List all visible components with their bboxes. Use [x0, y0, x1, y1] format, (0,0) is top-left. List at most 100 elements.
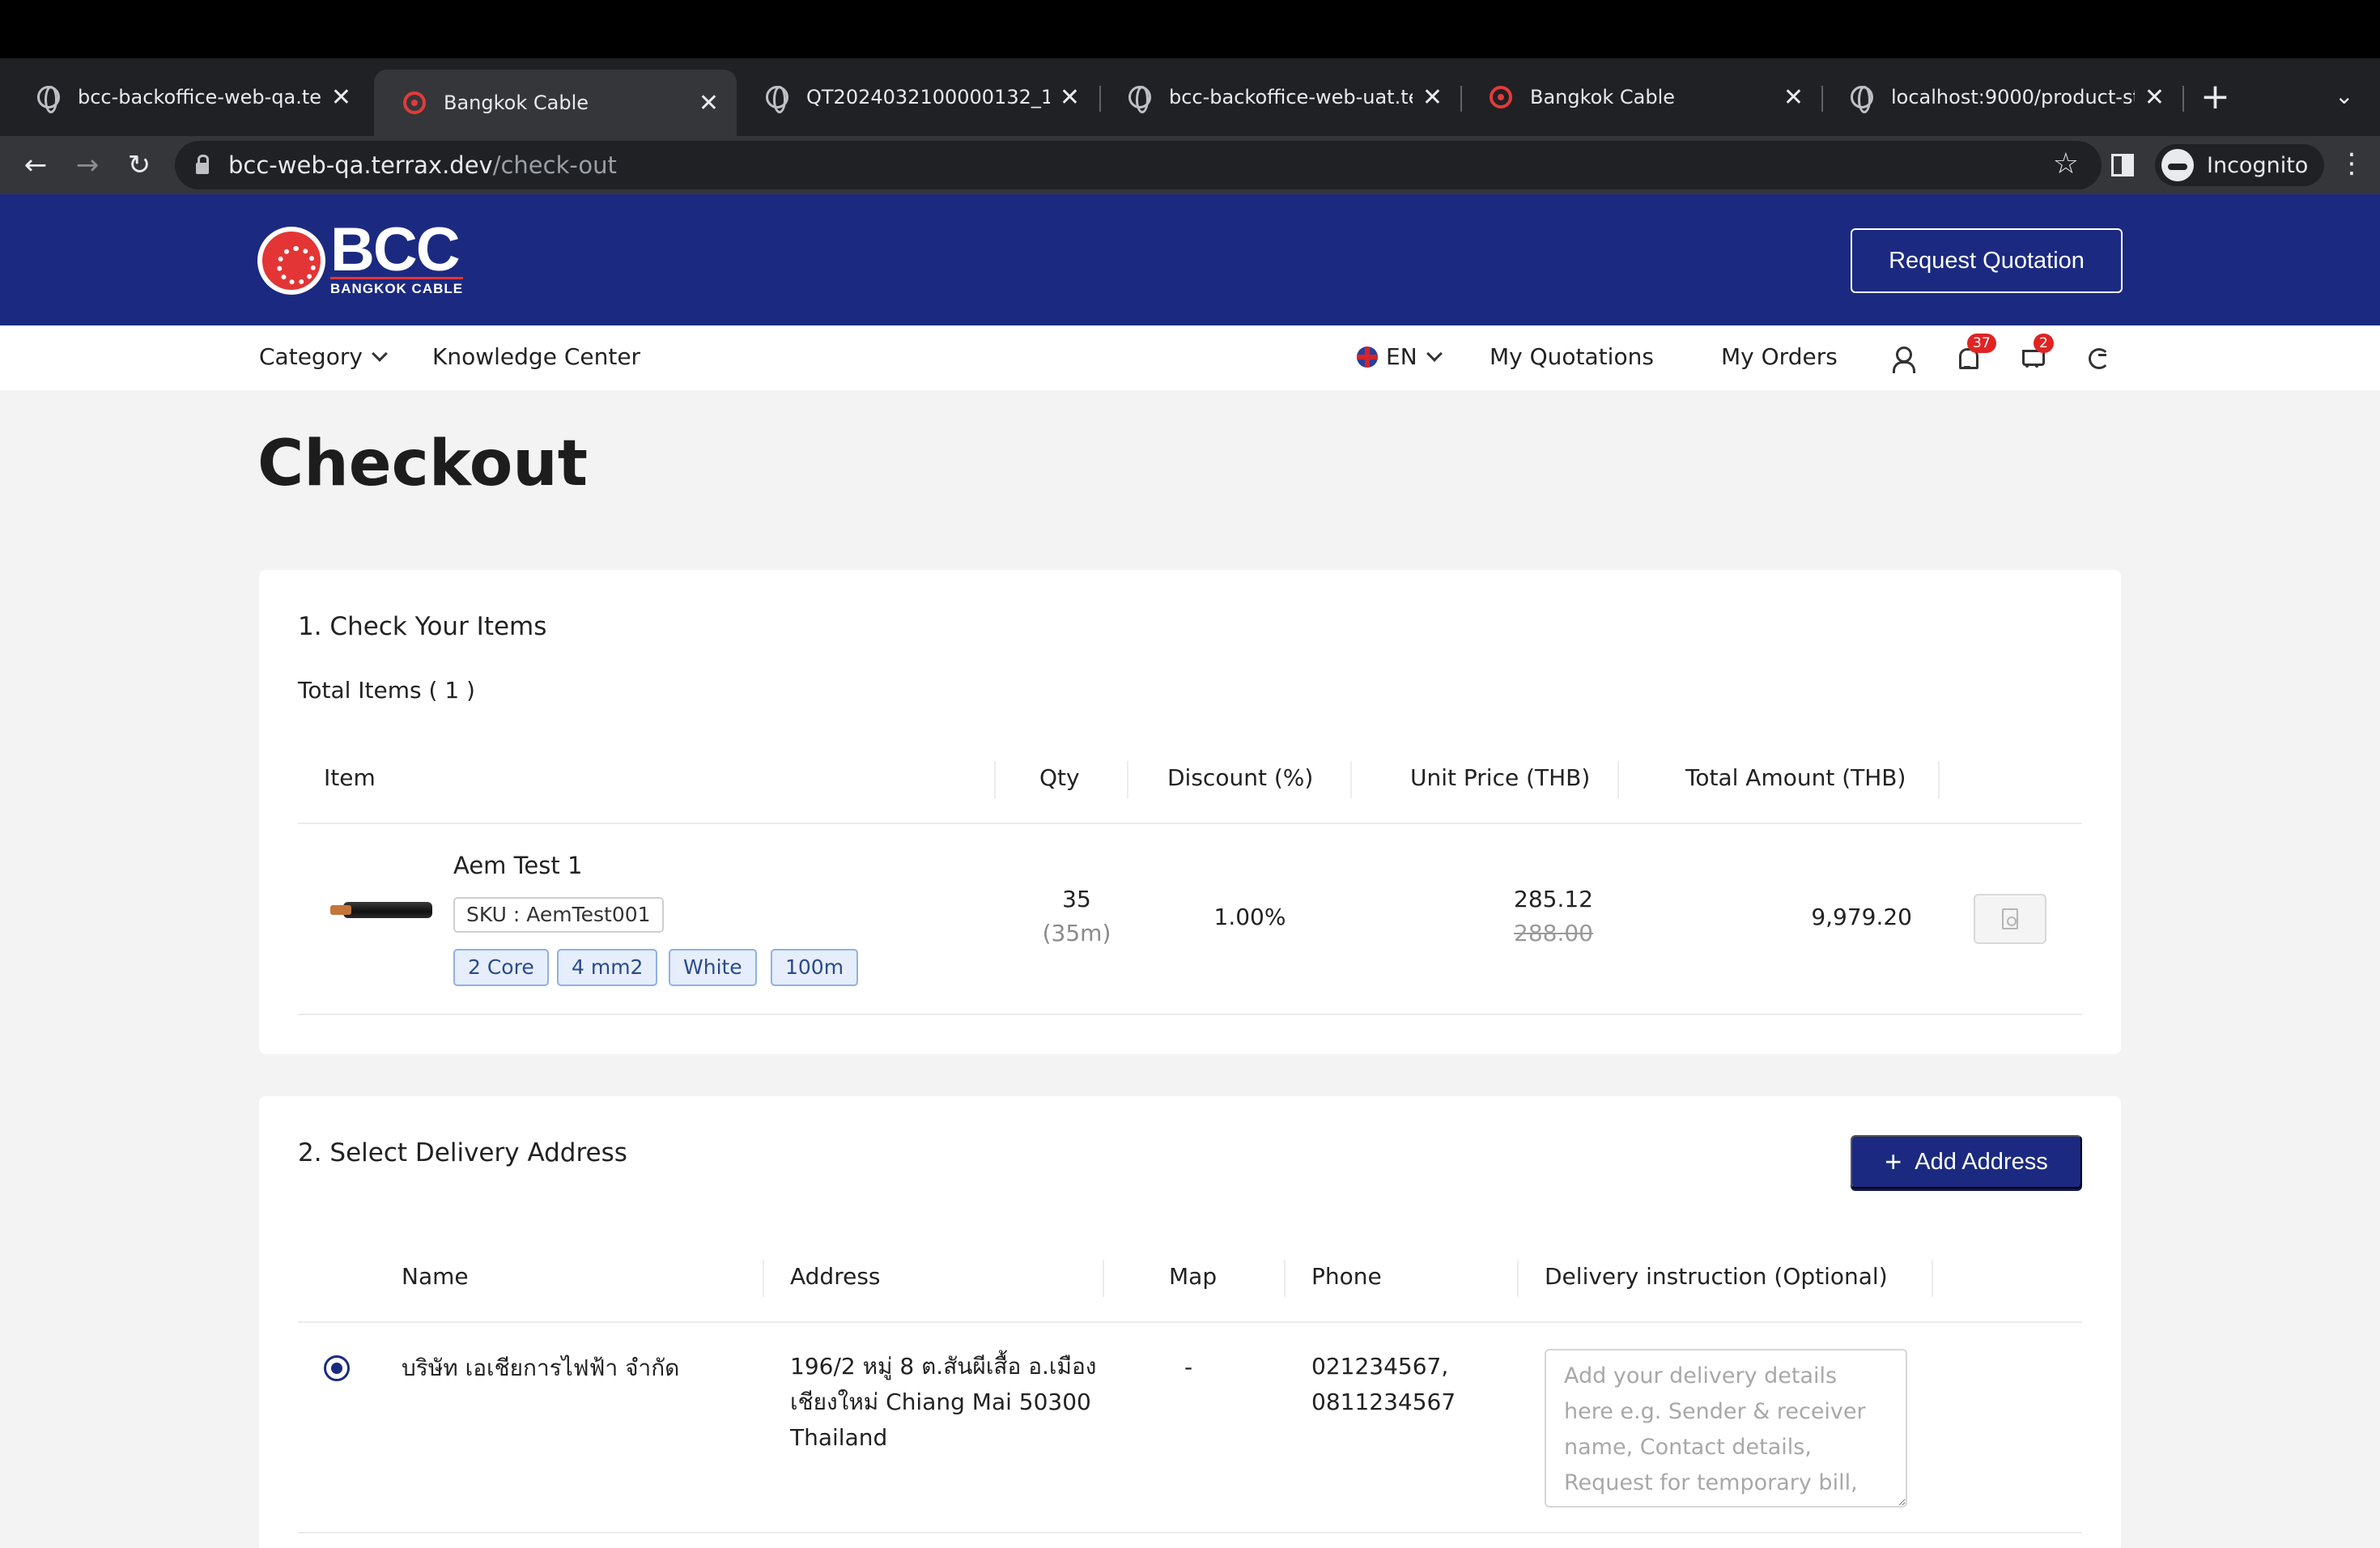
row-divider: [298, 1532, 2082, 1533]
column-divider: [1284, 1260, 1286, 1297]
cart-icon[interactable]: 2: [2017, 334, 2054, 372]
incognito-icon: [2161, 149, 2194, 181]
column-divider: [1127, 761, 1128, 798]
bell-icon[interactable]: 37: [1953, 334, 1996, 372]
side-panel-icon[interactable]: [2111, 154, 2134, 176]
category-label: Category: [259, 343, 363, 370]
url-host: bcc-web-qa.terrax.dev: [228, 151, 493, 179]
refresh-icon[interactable]: [2084, 343, 2113, 372]
browser-tab-4[interactable]: bcc-backoffice-web-uat.terrax ✕: [1099, 71, 1460, 123]
chevron-down-icon: [1426, 346, 1443, 362]
url-path: /check-out: [492, 151, 617, 179]
forward-arrow-icon[interactable]: →: [65, 142, 110, 188]
column-header-discount: Discount (%): [1167, 764, 1314, 791]
close-icon[interactable]: ✕: [1783, 83, 1804, 112]
item-name[interactable]: Aem Test 1: [453, 852, 582, 879]
address-bar[interactable]: bcc-web-qa.terrax.dev/check-out ☆: [175, 141, 2102, 189]
bcc-logo[interactable]: BCC BANGKOK CABLE: [257, 215, 464, 297]
user-icon[interactable]: [1888, 343, 1917, 373]
column-header-map: Map: [1169, 1263, 1218, 1290]
tab-search-chevron-icon[interactable]: ⌄: [2335, 83, 2353, 109]
delivery-address-card: 2. Select Delivery Address + Add Address …: [259, 1096, 2121, 1548]
tab-title: QT2024032100000132_1711: [806, 86, 1050, 108]
item-qty: 35: [1062, 886, 1091, 912]
bookmark-star-icon[interactable]: ☆: [2053, 147, 2079, 181]
browser-menu-icon[interactable]: ⋮: [2338, 147, 2365, 180]
my-orders-link[interactable]: My Orders: [1721, 343, 1838, 370]
item-original-price: 288.00: [1514, 920, 1593, 946]
globe-icon: [1128, 86, 1151, 113]
browser-tab-3[interactable]: QT2024032100000132_1711 ✕: [737, 71, 1098, 123]
column-header-unit-price: Unit Price (THB): [1410, 764, 1591, 791]
globe-icon: [37, 86, 60, 113]
section-title-items: 1. Check Your Items: [298, 612, 547, 641]
row-divider: [298, 1014, 2082, 1015]
attribute-tag: White: [669, 949, 757, 986]
section-title-delivery: 2. Select Delivery Address: [298, 1138, 627, 1167]
column-header-total-amount: Total Amount (THB): [1685, 764, 1906, 791]
browser-tab-1[interactable]: bcc-backoffice-web-qa.terrax ✕: [8, 71, 369, 123]
logo-text: BCC: [330, 215, 461, 284]
language-selector[interactable]: EN: [1357, 343, 1443, 370]
new-tab-button[interactable]: +: [2200, 78, 2230, 117]
chevron-down-icon: [372, 346, 388, 362]
column-divider: [1938, 761, 1940, 798]
product-thumbnail[interactable]: [330, 899, 432, 921]
tab-title: localhost:9000/product-store: [1891, 86, 2135, 108]
plus-icon: +: [1885, 1145, 1902, 1178]
add-address-button[interactable]: + Add Address: [1851, 1135, 2082, 1189]
column-header-qty: Qty: [1039, 764, 1080, 791]
total-items-label: Total Items ( 1 ): [298, 677, 475, 704]
address-text: 196/2 หมู่ 8 ต.สันผีเสื้อ อ.เมือง เชียงใ…: [790, 1353, 1097, 1451]
site-header: BCC BANGKOK CABLE Request Quotation: [0, 194, 2380, 325]
tab-separator: [2182, 86, 2184, 112]
incognito-indicator[interactable]: Incognito: [2155, 144, 2325, 186]
logo-words: BCC BANGKOK CABLE: [330, 215, 464, 297]
uk-flag-icon: [1357, 347, 1378, 368]
close-icon[interactable]: ✕: [2144, 83, 2165, 112]
item-discount: 1.00%: [1213, 904, 1286, 930]
close-icon[interactable]: ✕: [1422, 83, 1443, 112]
browser-tab-2-active[interactable]: Bangkok Cable ✕: [374, 70, 737, 136]
globe-icon: [766, 86, 788, 113]
my-quotations-link[interactable]: My Quotations: [1490, 343, 1654, 370]
browser-tab-6[interactable]: localhost:9000/product-store ✕: [1821, 71, 2182, 123]
item-qty-length: (35m): [1042, 920, 1111, 946]
bcc-favicon-icon: [1490, 86, 1512, 108]
address-map: -: [1184, 1354, 1193, 1380]
column-divider: [1617, 761, 1619, 798]
category-menu[interactable]: Category: [259, 343, 388, 370]
globe-icon: [1851, 86, 1873, 113]
browser-toolbar: ← → ↻ bcc-web-qa.terrax.dev/check-out ☆ …: [0, 136, 2380, 194]
close-icon[interactable]: ✕: [331, 83, 351, 112]
cable-image: [343, 902, 432, 918]
item-total-amount: 9,979.20: [1811, 904, 1912, 930]
header-divider: [298, 1321, 2082, 1323]
column-divider: [1350, 761, 1352, 798]
attribute-tag: 4 mm2: [557, 949, 658, 986]
back-arrow-icon[interactable]: ←: [13, 142, 58, 188]
url-text: bcc-web-qa.terrax.dev/check-out: [228, 151, 617, 179]
attribute-tag: 2 Core: [453, 949, 549, 986]
address-radio-selected[interactable]: [324, 1355, 350, 1381]
tab-title: bcc-backoffice-web-uat.terrax: [1169, 86, 1413, 108]
sku-tag: SKU : AemTest001: [453, 897, 664, 933]
item-unit-price: 285.12: [1514, 886, 1593, 912]
browser-tab-5[interactable]: Bangkok Cable ✕: [1460, 71, 1821, 123]
delivery-instruction-input[interactable]: [1545, 1349, 1907, 1508]
knowledge-center-link[interactable]: Knowledge Center: [432, 343, 640, 370]
address-name: บริษัท เอเชียการไฟฟ้า จำกัด: [402, 1354, 680, 1381]
close-icon[interactable]: ✕: [1060, 83, 1080, 112]
cable-core-image: [330, 905, 351, 915]
column-header-phone: Phone: [1311, 1263, 1382, 1290]
close-icon[interactable]: ✕: [699, 89, 719, 117]
tab-title: bcc-backoffice-web-qa.terrax: [78, 86, 321, 108]
check-items-card: 1. Check Your Items Total Items ( 1 ) It…: [259, 570, 2121, 1054]
incognito-label: Incognito: [2207, 152, 2309, 178]
datasheet-button[interactable]: [1974, 894, 2046, 944]
reload-icon[interactable]: ↻: [117, 142, 162, 188]
request-quotation-button[interactable]: Request Quotation: [1851, 228, 2123, 293]
add-address-label: Add Address: [1915, 1148, 2048, 1175]
column-divider: [1932, 1260, 1933, 1297]
column-header-delivery-instruction: Delivery instruction (Optional): [1545, 1263, 1888, 1290]
